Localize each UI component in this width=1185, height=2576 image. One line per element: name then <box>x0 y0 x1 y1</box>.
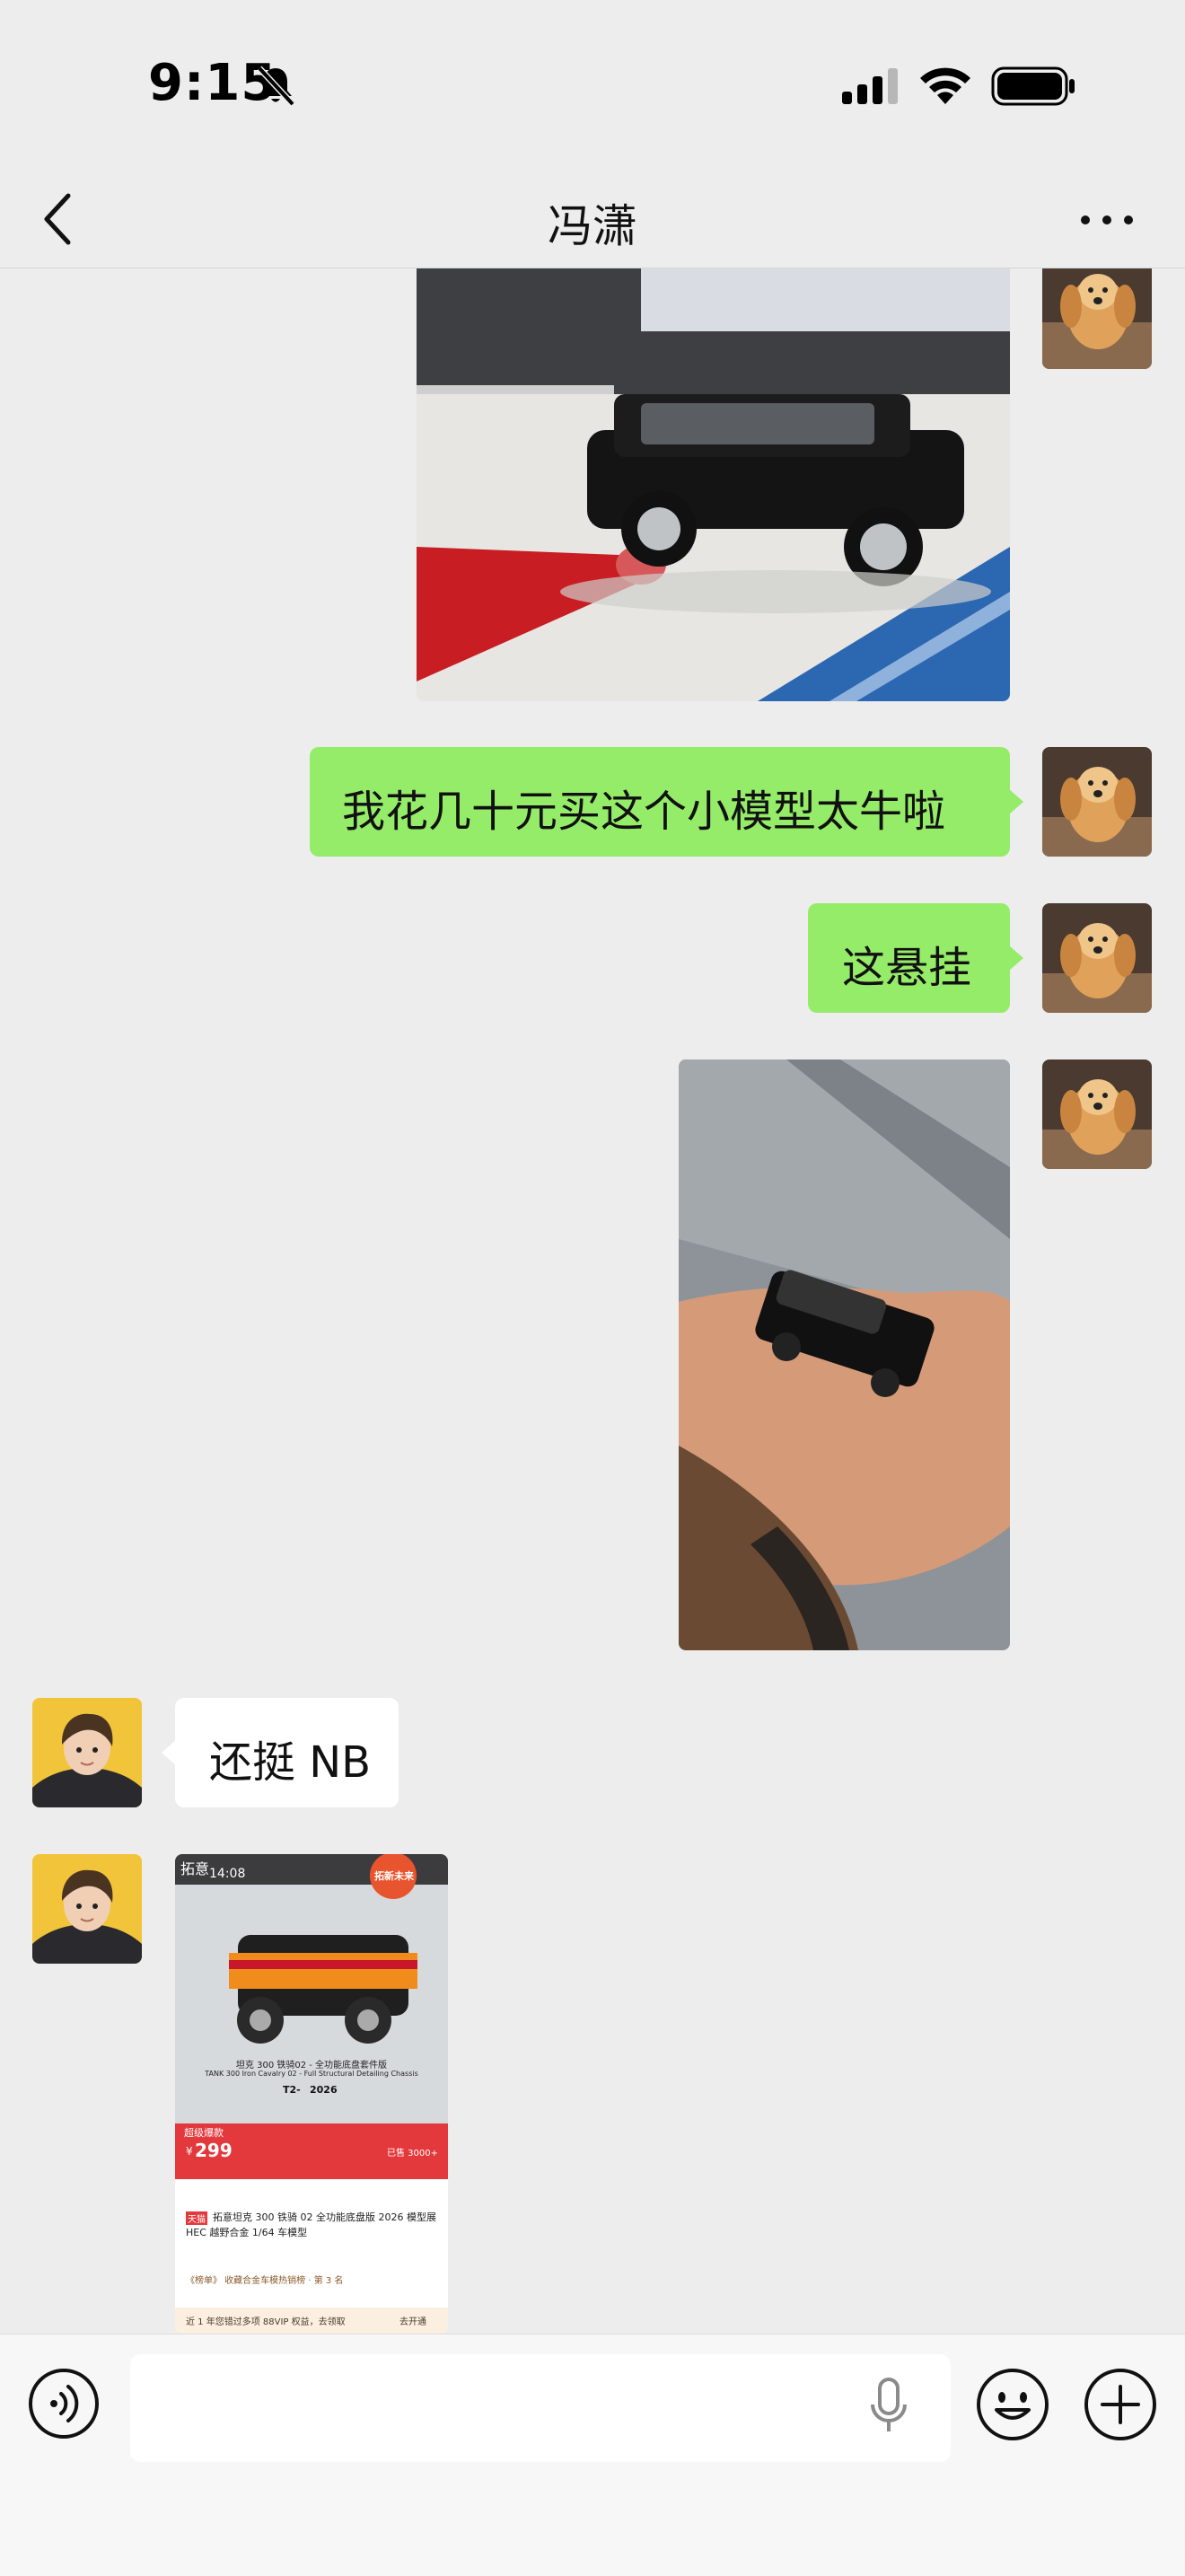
message-bubble[interactable]: 这悬挂 <box>808 903 1010 1013</box>
image-message[interactable] <box>417 268 1010 701</box>
more-icon[interactable] <box>1074 198 1140 242</box>
bubble-tail <box>1009 789 1023 814</box>
voice-icon[interactable] <box>27 2367 101 2440</box>
listing-price: 299 <box>195 2140 233 2161</box>
chat-header: 冯潇 <box>0 171 1185 268</box>
listing-brand-badge: 拓新未来 <box>374 1870 414 1882</box>
bubble-tail <box>1009 945 1023 971</box>
contact-avatar[interactable] <box>32 1854 142 1964</box>
plus-icon[interactable] <box>1083 2367 1158 2442</box>
listing-promo: 超级爆款 <box>184 2127 224 2139</box>
message-text: 我花几十元买这个小模型太牛啦 <box>342 787 946 837</box>
input-bar <box>0 2334 1185 2576</box>
bubble-tail <box>162 1740 176 1765</box>
car-model-photo <box>417 268 1010 701</box>
message-list[interactable]: 我花几十元买这个小模型太牛啦 这悬挂 还挺 NB 拓意 14:08 拓新未来 坦… <box>0 268 1185 2334</box>
listing-time: 14:08 <box>209 1867 246 1881</box>
image-message[interactable] <box>679 1059 1010 1650</box>
message-input[interactable] <box>130 2354 951 2462</box>
listing-model-code: T2- <box>283 2084 301 2096</box>
chat-title: 冯潇 <box>548 200 637 252</box>
listing-model-name-en: TANK 300 Iron Cavalry 02 - Full Structur… <box>205 2070 418 2078</box>
battery-icon <box>991 66 1075 106</box>
self-avatar[interactable] <box>1042 747 1152 857</box>
dog-avatar-image <box>1042 903 1152 1013</box>
emoji-icon[interactable] <box>975 2367 1050 2442</box>
wifi-icon <box>920 67 970 104</box>
contact-avatar[interactable] <box>32 1698 142 1807</box>
listing-vip-action: 去开通 <box>399 2317 426 2327</box>
person-avatar-image <box>32 1854 142 1964</box>
self-avatar[interactable] <box>1042 268 1152 369</box>
image-message[interactable]: 拓意 14:08 拓新未来 坦克 300 铁骑02 - 全功能底盘套件版 TAN… <box>175 1854 448 2334</box>
message-text: 还挺 NB <box>209 1737 372 1788</box>
dog-avatar-image <box>1042 1059 1152 1169</box>
listing-currency: ¥ <box>186 2145 193 2158</box>
listing-shop: 拓意 <box>180 1860 210 1877</box>
listing-model-year: 2026 <box>310 2084 338 2096</box>
dog-avatar-image <box>1042 268 1152 369</box>
self-avatar[interactable] <box>1042 1059 1152 1169</box>
listing-vip-text: 近 1 年您错过多项 88VIP 权益，去领取 <box>186 2317 346 2327</box>
listing-sold: 已售 3000+ <box>387 2149 439 2158</box>
signal-icon <box>842 68 898 104</box>
self-avatar[interactable] <box>1042 903 1152 1013</box>
hand-with-car-photo <box>679 1059 1010 1650</box>
listing-rank: 《榜单》 收藏合金车模热销榜 · 第 3 名 <box>186 2276 344 2286</box>
person-avatar-image <box>32 1698 142 1807</box>
message-bubble[interactable]: 我花几十元买这个小模型太牛啦 <box>310 747 1010 857</box>
listing-model-name-cn: 坦克 300 铁骑02 - 全功能底盘套件版 <box>235 2061 388 2070</box>
microphone-icon[interactable] <box>862 2374 916 2439</box>
status-bar: 9:15 <box>0 0 1185 171</box>
dog-avatar-image <box>1042 747 1152 857</box>
listing-product-title: 拓意坦克 300 铁骑 02 全功能底盘版 2026 模型展 HEC 越野合金 … <box>186 2211 436 2238</box>
message-bubble[interactable]: 还挺 NB <box>175 1698 399 1807</box>
message-text: 这悬挂 <box>842 943 972 993</box>
bell-off-icon <box>257 66 295 107</box>
